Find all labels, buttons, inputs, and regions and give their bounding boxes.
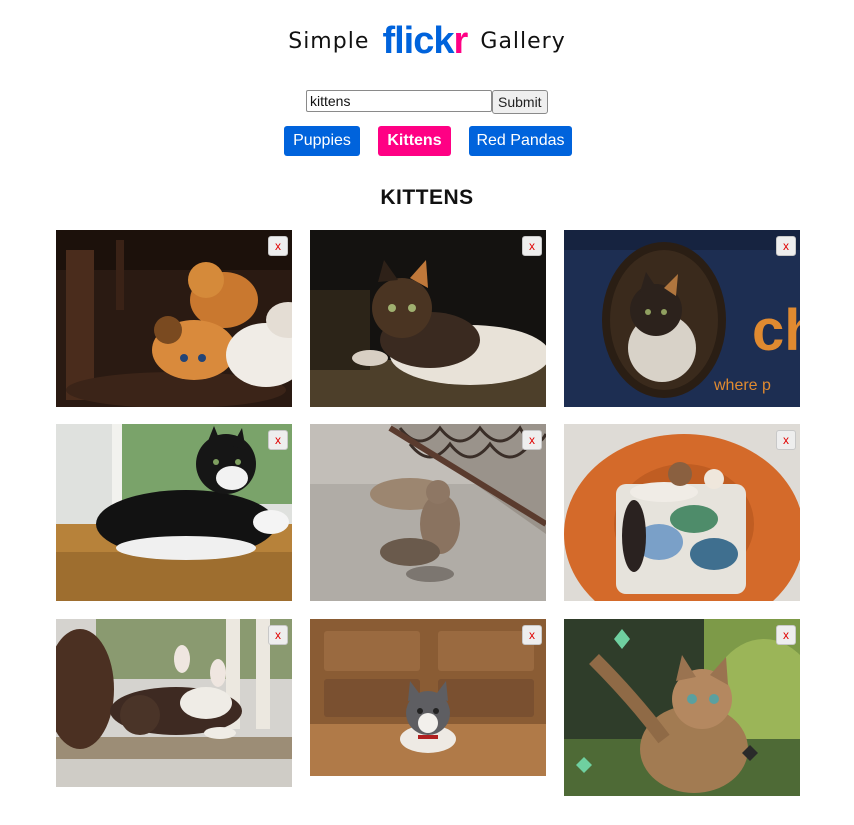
nav-button-puppies[interactable]: Puppies bbox=[284, 126, 360, 156]
photo-icon bbox=[56, 619, 292, 787]
title-word-gallery: Gallery bbox=[480, 29, 566, 54]
gallery-photo[interactable]: x bbox=[56, 424, 292, 601]
search-form: Submit bbox=[306, 90, 548, 114]
remove-photo-button[interactable]: x bbox=[776, 236, 796, 256]
photo-icon bbox=[564, 619, 800, 796]
photo-icon bbox=[310, 424, 546, 601]
svg-text:where p: where p bbox=[713, 377, 771, 394]
flickr-logo: flickr bbox=[382, 20, 469, 62]
photo-icon bbox=[310, 230, 546, 407]
gallery-heading: KITTENS bbox=[380, 186, 474, 209]
gallery-photo[interactable]: x bbox=[310, 424, 546, 601]
flickr-logo-part2: r bbox=[453, 20, 469, 62]
category-nav: Puppies Kittens Red Pandas bbox=[0, 126, 854, 156]
search-input[interactable] bbox=[306, 90, 492, 112]
remove-photo-button[interactable]: x bbox=[522, 430, 542, 450]
remove-photo-button[interactable]: x bbox=[776, 625, 796, 645]
photo-icon bbox=[564, 424, 800, 601]
gallery-photo[interactable]: x bbox=[310, 230, 546, 407]
gallery-photo[interactable]: x bbox=[56, 230, 292, 407]
photo-icon bbox=[310, 619, 546, 776]
gallery-photo[interactable]: x bbox=[310, 619, 546, 776]
svg-text:ch: ch bbox=[752, 298, 800, 363]
photo-icon bbox=[56, 424, 292, 601]
nav-button-kittens[interactable]: Kittens bbox=[378, 126, 451, 156]
photo-icon: ch where p bbox=[564, 230, 800, 407]
photo-icon bbox=[56, 230, 292, 407]
remove-photo-button[interactable]: x bbox=[522, 625, 542, 645]
flickr-logo-part1: flick bbox=[382, 20, 454, 62]
remove-photo-button[interactable]: x bbox=[268, 430, 288, 450]
app-title: Simple flickr Gallery bbox=[0, 20, 854, 70]
title-word-simple: Simple bbox=[288, 29, 370, 54]
gallery-photo[interactable]: x bbox=[56, 619, 292, 787]
gallery-photo[interactable]: ch where p x bbox=[564, 230, 800, 407]
submit-button[interactable]: Submit bbox=[492, 90, 548, 114]
remove-photo-button[interactable]: x bbox=[776, 430, 796, 450]
gallery-photo[interactable]: x bbox=[564, 619, 800, 796]
gallery-photo[interactable]: x bbox=[564, 424, 800, 601]
nav-button-red-pandas[interactable]: Red Pandas bbox=[469, 126, 572, 156]
remove-photo-button[interactable]: x bbox=[522, 236, 542, 256]
remove-photo-button[interactable]: x bbox=[268, 236, 288, 256]
remove-photo-button[interactable]: x bbox=[268, 625, 288, 645]
